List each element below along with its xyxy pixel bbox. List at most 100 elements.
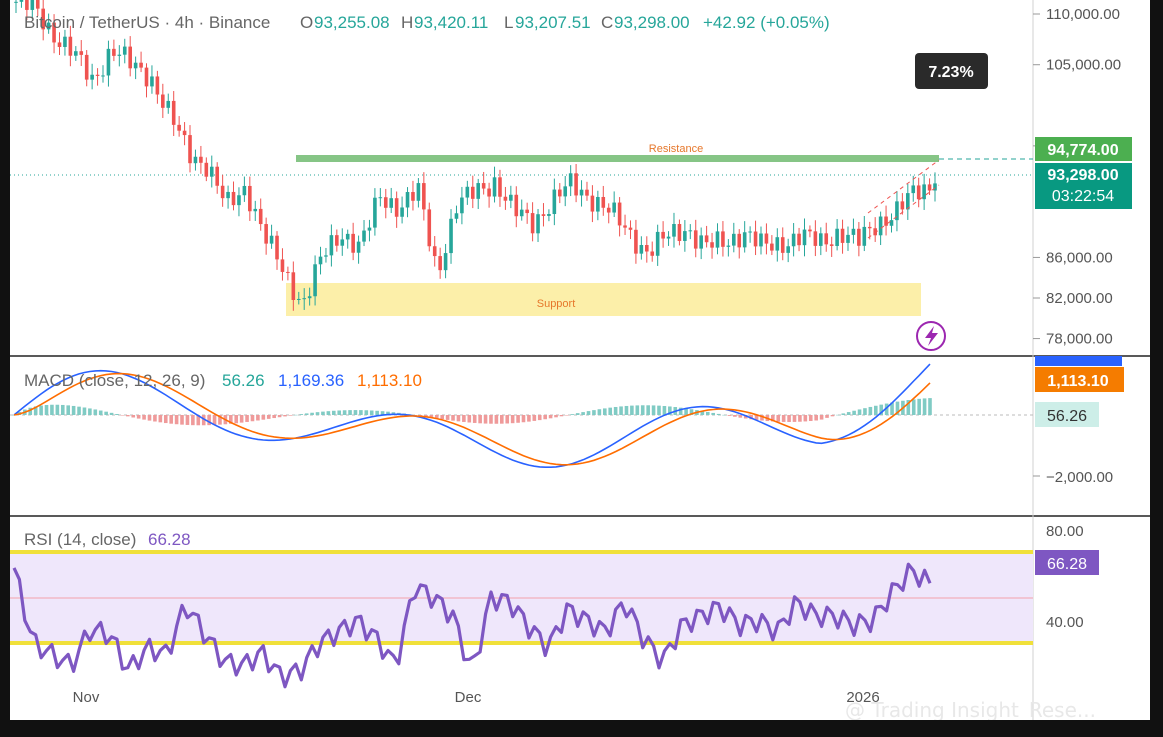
candle-body	[422, 183, 426, 210]
candle-body	[862, 226, 867, 246]
symbol-title: Bitcoin / TetherUS · 4h · Binance	[24, 13, 270, 32]
candle-body	[574, 173, 578, 196]
lightning-icon[interactable]	[916, 321, 946, 351]
candle-body	[487, 188, 491, 197]
macd-hist-bar	[337, 410, 342, 415]
macd-signal-badge-text: 1,113.10	[1047, 373, 1109, 390]
candle-body	[258, 208, 263, 225]
candle-body	[427, 209, 432, 247]
measure-tooltip: 7.23%	[915, 53, 988, 89]
low-value: 93,207.51	[515, 13, 591, 32]
candle-body	[557, 189, 562, 197]
candle-body	[150, 76, 154, 87]
macd-hist-bar	[348, 410, 352, 415]
macd-hist-bar	[369, 410, 374, 415]
candle-body	[742, 232, 747, 248]
candle-body	[481, 183, 486, 189]
candle-body	[916, 185, 921, 200]
macd-hist-bar	[781, 415, 786, 422]
macd-hist-bar	[836, 414, 840, 416]
close-value: 93,298.00	[614, 13, 690, 32]
candle-body	[90, 74, 94, 80]
macd-hist-bar	[803, 415, 808, 422]
candle-body	[171, 100, 176, 125]
candle-body	[503, 196, 508, 201]
candle-body	[188, 135, 192, 164]
macd-hist-bar	[808, 415, 813, 422]
macd-hist-bar	[489, 415, 493, 424]
candle-body	[563, 186, 568, 197]
macd-hist-badge-text: 56.26	[1047, 408, 1087, 425]
candle-body	[780, 237, 785, 253]
macd-hist-bar	[299, 414, 304, 415]
macd-hist-bar	[462, 415, 466, 422]
macd-hist-bar	[180, 415, 184, 425]
candle-body	[182, 130, 187, 136]
candle-body	[416, 183, 421, 201]
macd-hist-bar	[120, 415, 125, 416]
high-label: H	[401, 13, 413, 32]
time-axis: Nov Dec 2026	[73, 689, 880, 706]
rsi-legend-value: 66.28	[148, 530, 191, 549]
macd-hist-bar	[451, 415, 455, 421]
candle-body	[819, 233, 823, 246]
rsi-tick-40: 40.00	[1046, 614, 1084, 631]
candle-body	[851, 228, 856, 235]
macd-hist-bar	[510, 415, 515, 424]
macd-hist-bar	[326, 411, 331, 415]
candle-body	[68, 36, 73, 56]
macd-hist-bar	[88, 408, 92, 415]
chart-canvas[interactable]: Support Resistance 110,000.00 105,000.00 9…	[10, 0, 1150, 720]
macd-hist-bar	[288, 415, 293, 416]
macd-hist-bar	[331, 410, 336, 415]
macd-hist-bar	[505, 415, 510, 424]
candle-body	[25, 0, 29, 10]
macd-hist-bar	[126, 415, 130, 417]
candle-body	[601, 196, 606, 208]
macd-hist-bar	[911, 399, 916, 415]
candle-body	[541, 214, 546, 216]
macd-hist-bar	[592, 410, 596, 415]
candle-body	[568, 173, 573, 187]
candle-body	[345, 233, 350, 240]
candle-body	[74, 51, 78, 56]
macd-hist-bar	[456, 415, 461, 422]
candle-body	[835, 228, 839, 246]
high-value: 93,420.11	[414, 13, 488, 32]
macd-hist-bar	[722, 414, 726, 416]
macd-hist-bar	[136, 415, 141, 419]
macd-hist-bar	[478, 415, 482, 424]
macd-hist-bar	[651, 405, 656, 415]
macd-value-badge	[1035, 356, 1122, 366]
macd-hist-bar	[93, 409, 98, 415]
macd-hist-bar	[565, 415, 569, 416]
macd-hist-bar	[727, 415, 732, 416]
candle-body	[30, 0, 35, 10]
macd-hist-bar	[98, 410, 103, 415]
candle-body	[84, 54, 89, 80]
candle-body	[378, 197, 383, 199]
candle-body	[411, 192, 415, 201]
candle-body	[14, 1, 18, 3]
resistance-label: Resistance	[649, 143, 703, 155]
candle-body	[764, 233, 769, 244]
candle-body	[79, 51, 84, 55]
macd-hist-bar	[852, 410, 856, 415]
macd-hist-bar	[928, 398, 932, 415]
candle-body	[829, 244, 834, 246]
candle-body	[112, 48, 116, 56]
macd-hist-bar	[705, 411, 710, 415]
candle-body	[775, 237, 780, 251]
candle-body	[237, 195, 241, 206]
macd-hist-bar	[109, 412, 114, 415]
candle-body	[296, 298, 301, 300]
price-tick-label: 82,000.00	[1046, 290, 1113, 307]
rsi-title: RSI (14, close)	[24, 530, 136, 549]
macd-hist-bar	[613, 406, 618, 415]
candle-body	[802, 229, 807, 246]
candle-body	[215, 166, 220, 186]
macd-hist-bar	[375, 410, 379, 415]
chart-frame: Support Resistance 110,000.00 105,000.00 9…	[0, 0, 1163, 737]
candle-body	[612, 202, 616, 213]
countdown-text: 03:22:54	[1052, 188, 1114, 205]
